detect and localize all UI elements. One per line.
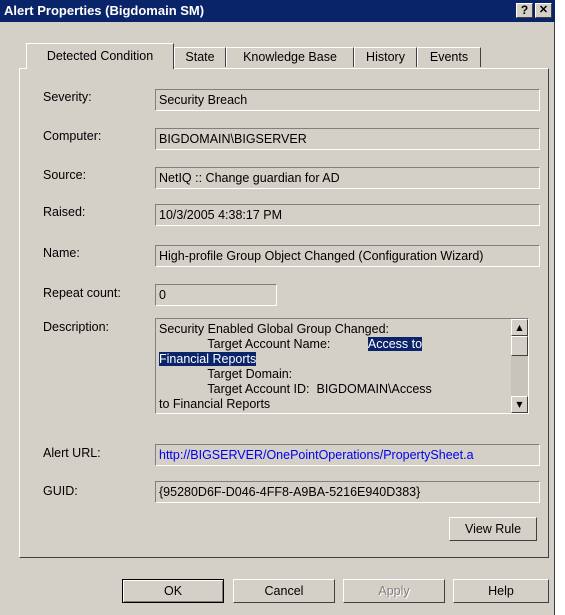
- description-label: Description:: [43, 320, 109, 334]
- tab-history[interactable]: History: [354, 47, 417, 67]
- computer-field[interactable]: BIGDOMAIN\BIGSERVER: [155, 128, 540, 150]
- description-line: Security Enabled Global Group Changed:: [159, 322, 390, 336]
- severity-label: Severity:: [43, 90, 92, 104]
- raised-field[interactable]: 10/3/2005 4:38:17 PM: [155, 204, 540, 226]
- window-title: Alert Properties (Bigdomain SM): [4, 3, 205, 18]
- tab-state[interactable]: State: [174, 47, 226, 67]
- name-field[interactable]: High-profile Group Object Changed (Confi…: [155, 245, 540, 267]
- ok-button[interactable]: OK: [122, 579, 224, 603]
- help-button[interactable]: Help: [453, 579, 549, 603]
- description-scrollbar[interactable]: ▲ ▼: [511, 319, 528, 413]
- alert-url-label: Alert URL:: [43, 446, 101, 460]
- raised-label: Raised:: [43, 205, 86, 219]
- title-bar: Alert Properties (Bigdomain SM) ? ✕: [0, 0, 555, 22]
- view-rule-button[interactable]: View Rule: [449, 517, 537, 541]
- name-label: Name:: [43, 246, 80, 260]
- scroll-thumb[interactable]: [511, 336, 528, 356]
- help-icon[interactable]: ?: [516, 3, 533, 18]
- scroll-up-icon[interactable]: ▲: [511, 319, 528, 336]
- selected-text: Access to: [367, 337, 423, 351]
- computer-label: Computer:: [43, 129, 102, 143]
- description-line: to Financial Reports: [159, 397, 271, 411]
- source-field[interactable]: NetIQ :: Change guardian for AD: [155, 167, 540, 189]
- selected-text: Financial Reports: [159, 352, 257, 366]
- description-line: Target Account ID: BIGDOMAIN\Access: [159, 382, 432, 396]
- guid-label: GUID:: [43, 484, 78, 498]
- apply-button[interactable]: Apply: [343, 579, 445, 603]
- cancel-button[interactable]: Cancel: [233, 579, 335, 603]
- severity-field[interactable]: Security Breach: [155, 89, 540, 111]
- tab-knowledge-base[interactable]: Knowledge Base: [226, 47, 354, 67]
- guid-field[interactable]: {95280D6F-D046-4FF8-A9BA-5216E940D383}: [155, 481, 540, 503]
- description-line: Target Domain:: [159, 367, 293, 381]
- description-line: Target Account Name:: [159, 337, 368, 351]
- alert-properties-dialog: Alert Properties (Bigdomain SM) ? ✕ Dete…: [0, 0, 555, 615]
- description-text: Security Enabled Global Group Changed: T…: [159, 322, 511, 412]
- scroll-down-icon[interactable]: ▼: [511, 396, 528, 413]
- source-label: Source:: [43, 168, 87, 182]
- repeat-count-label: Repeat count:: [43, 286, 121, 300]
- tab-detected-condition[interactable]: Detected Condition: [26, 43, 174, 69]
- alert-url-field[interactable]: http://BIGSERVER/OnePointOperations/Prop…: [155, 444, 540, 466]
- tab-events[interactable]: Events: [417, 47, 481, 67]
- close-icon[interactable]: ✕: [535, 3, 552, 18]
- description-textbox[interactable]: Security Enabled Global Group Changed: T…: [155, 318, 529, 414]
- repeat-count-field[interactable]: 0: [155, 284, 277, 306]
